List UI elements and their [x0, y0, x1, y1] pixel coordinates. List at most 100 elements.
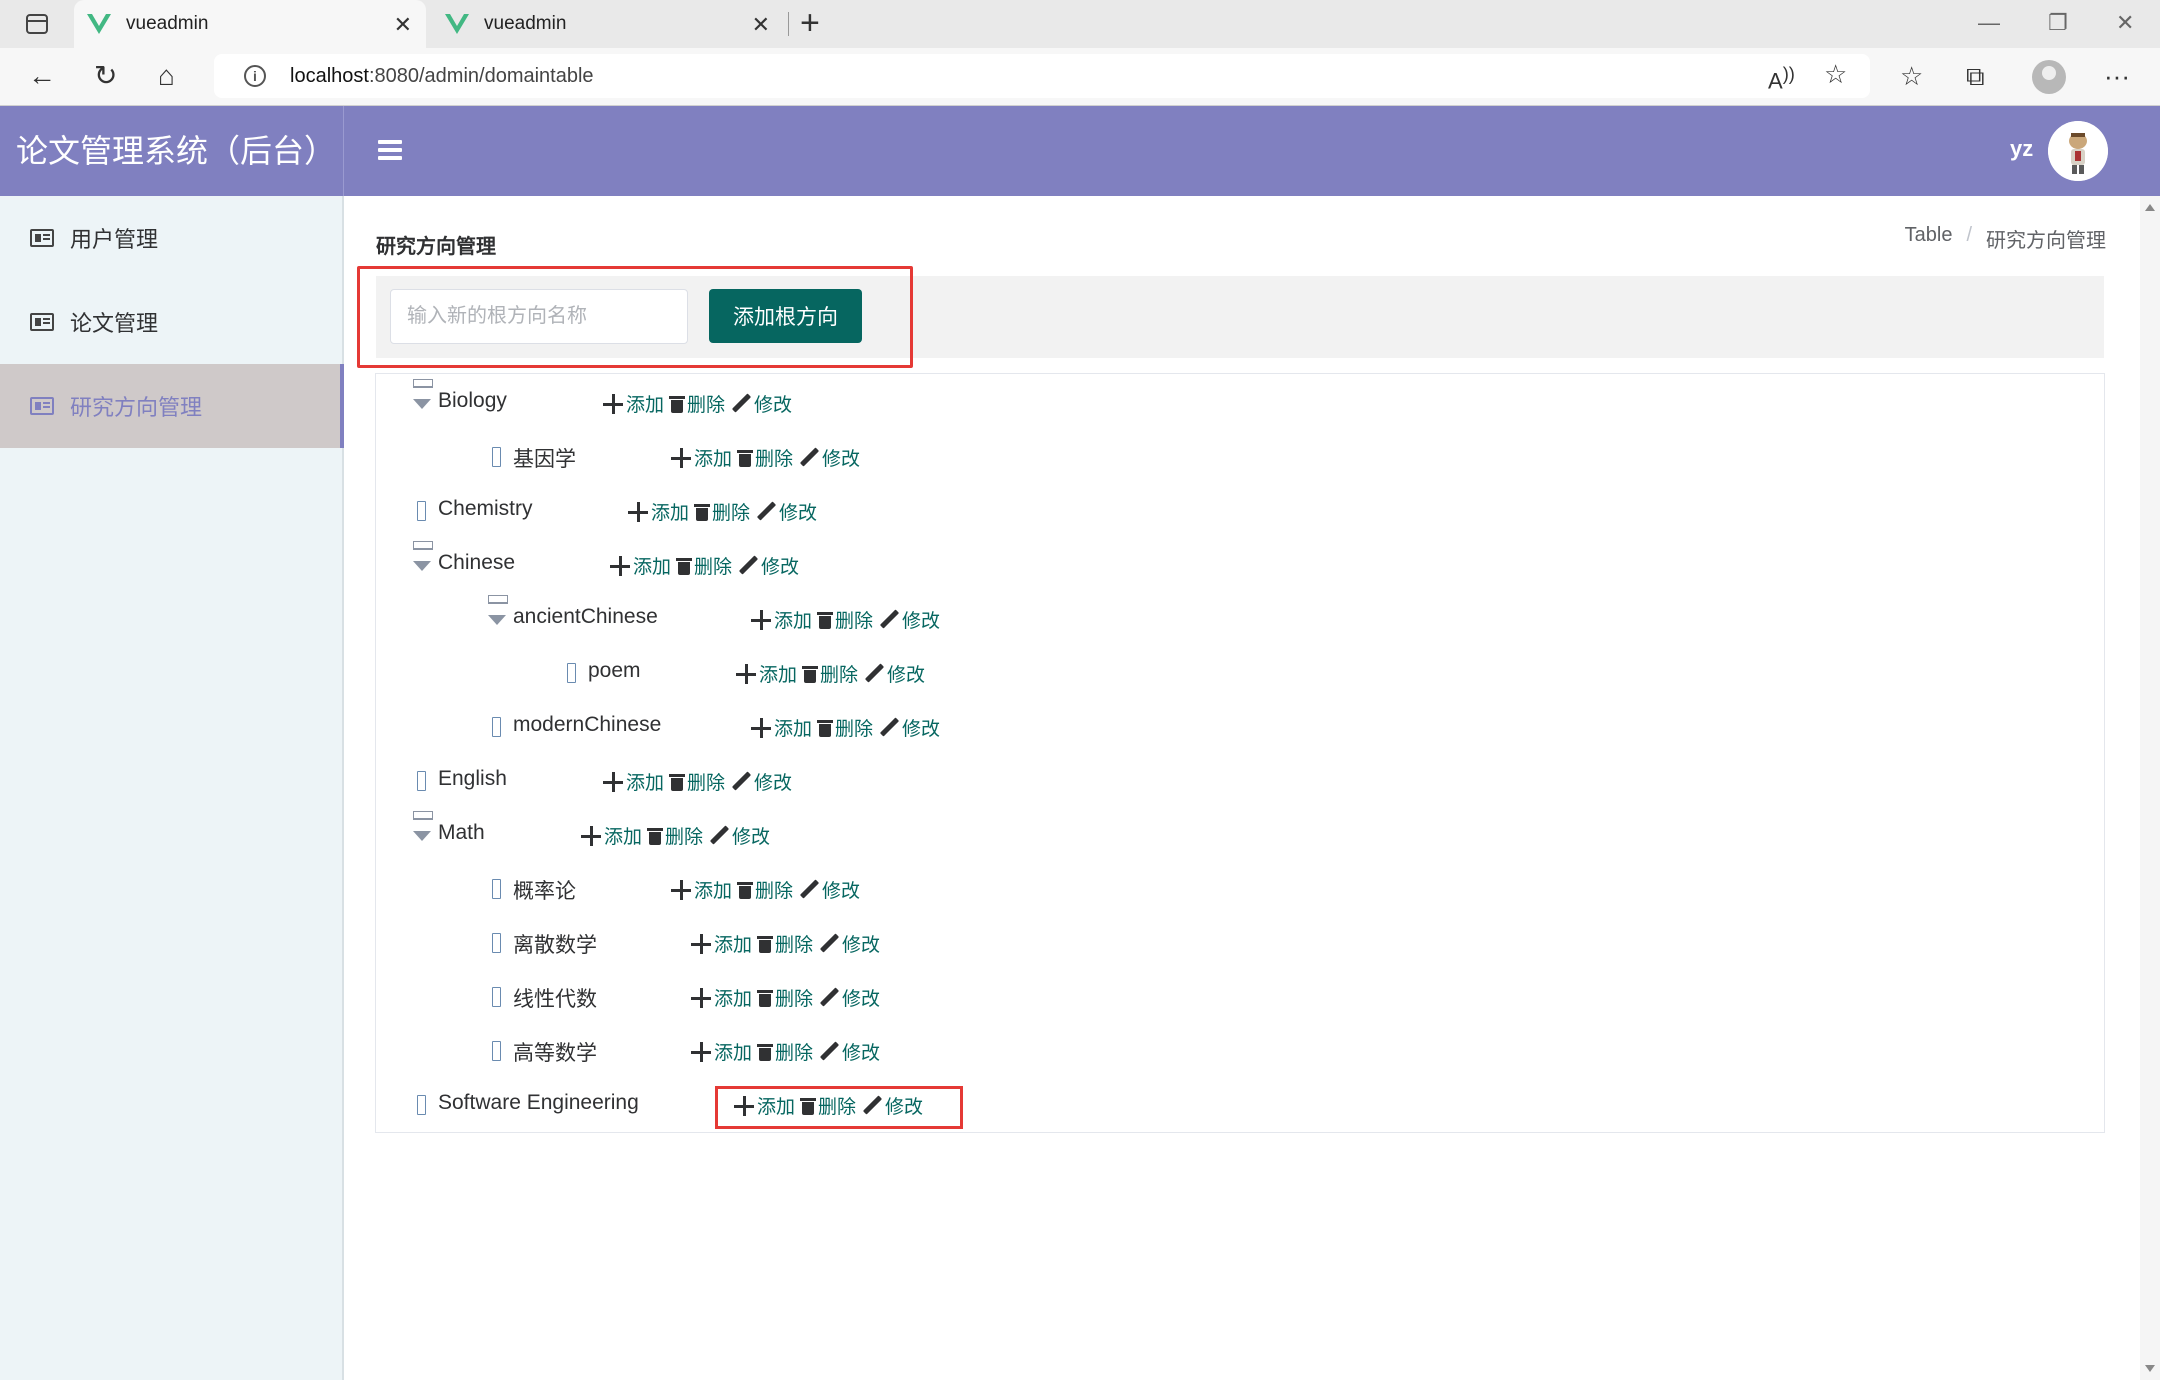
add-node-button[interactable]: 添加 [603, 390, 664, 417]
expand-toggle-icon[interactable] [413, 501, 429, 521]
refresh-icon[interactable]: ↻ [94, 60, 117, 92]
scroll-down-icon[interactable] [2145, 1365, 2155, 1372]
tree-node[interactable]: 离散数学 添加 删除 修改 [0, 925, 1700, 959]
collapse-caret-icon[interactable] [413, 541, 433, 573]
edit-node-button[interactable]: 修改 [819, 1038, 880, 1065]
user-avatar[interactable] [2048, 121, 2108, 181]
tree-node[interactable]: ancientChinese 添加 删除 修改 [0, 595, 1700, 635]
add-node-button[interactable]: 添加 [751, 714, 812, 741]
edit-node-button[interactable]: 修改 [864, 660, 925, 687]
edit-node-button[interactable]: 修改 [819, 930, 880, 957]
delete-node-button[interactable]: 删除 [669, 390, 725, 417]
tree-node[interactable]: Chemistry 添加 删除 修改 [0, 493, 1700, 527]
expand-toggle-icon[interactable] [413, 771, 429, 791]
site-info-icon[interactable]: i [244, 65, 266, 87]
breadcrumb-item[interactable]: Table [1905, 224, 1953, 253]
tree-node[interactable]: poem 添加 删除 修改 [0, 655, 1700, 689]
browser-tab[interactable]: vueadmin ✕ [432, 0, 784, 48]
minimize-button[interactable]: — [1978, 10, 2000, 36]
add-node-button[interactable]: 添加 [691, 1038, 752, 1065]
delete-node-button[interactable]: 删除 [737, 444, 793, 471]
expand-toggle-icon[interactable] [488, 933, 504, 953]
tab-actions-icon[interactable] [26, 14, 48, 34]
node-actions: 添加 删除 修改 [691, 930, 886, 957]
close-tab-icon[interactable]: ✕ [394, 12, 412, 38]
expand-toggle-icon[interactable] [488, 879, 504, 899]
edit-node-button[interactable]: 修改 [709, 822, 770, 849]
profile-avatar[interactable] [2032, 60, 2066, 94]
tree-node[interactable]: 概率论 添加 删除 修改 [0, 871, 1700, 905]
tree-node[interactable]: 基因学 添加 删除 修改 [0, 439, 1700, 473]
add-node-button[interactable]: 添加 [628, 498, 689, 525]
new-tab-button[interactable]: + [800, 6, 820, 40]
collections-icon[interactable]: ⧉ [1966, 62, 1985, 90]
read-aloud-icon[interactable]: A)) [1768, 60, 1795, 95]
tree-node[interactable]: modernChinese 添加 删除 修改 [0, 709, 1700, 743]
delete-node-button[interactable]: 删除 [676, 552, 732, 579]
user-name[interactable]: yz [2010, 136, 2033, 162]
add-node-button[interactable]: 添加 [736, 660, 797, 687]
browser-tab-bar: vueadmin ✕ vueadmin ✕ + — ❐ ✕ [0, 0, 2160, 48]
delete-node-button[interactable]: 删除 [647, 822, 703, 849]
add-node-button[interactable]: 添加 [581, 822, 642, 849]
sidebar-item-user-management[interactable]: 用户管理 [0, 196, 344, 280]
close-window-button[interactable]: ✕ [2116, 10, 2134, 36]
edit-node-button[interactable]: 修改 [799, 444, 860, 471]
scrollbar[interactable] [2140, 196, 2160, 1380]
delete-node-button[interactable]: 删除 [817, 714, 873, 741]
restore-button[interactable]: ❐ [2048, 10, 2068, 36]
expand-toggle-icon[interactable] [488, 987, 504, 1007]
delete-node-button[interactable]: 删除 [757, 1038, 813, 1065]
favorites-icon[interactable]: ☆ [1900, 62, 1923, 90]
delete-node-button[interactable]: 删除 [802, 660, 858, 687]
expand-toggle-icon[interactable] [488, 447, 504, 467]
more-menu-icon[interactable]: ··· [2104, 62, 2130, 90]
breadcrumb-item: 研究方向管理 [1986, 230, 2106, 252]
delete-node-button[interactable]: 删除 [669, 768, 725, 795]
edit-node-button[interactable]: 修改 [799, 876, 860, 903]
add-node-button[interactable]: 添加 [603, 768, 664, 795]
edit-node-button[interactable]: 修改 [731, 768, 792, 795]
tree-node[interactable]: 线性代数 添加 删除 修改 [0, 979, 1700, 1013]
edit-node-button[interactable]: 修改 [756, 498, 817, 525]
add-node-button[interactable]: 添加 [671, 444, 732, 471]
menu-toggle-icon[interactable] [378, 140, 402, 160]
collapse-caret-icon[interactable] [413, 811, 433, 843]
add-node-button[interactable]: 添加 [691, 930, 752, 957]
browser-tab-active[interactable]: vueadmin ✕ [74, 0, 426, 48]
add-node-button[interactable]: 添加 [610, 552, 671, 579]
tree-node[interactable]: Math 添加 删除 修改 [0, 811, 1700, 851]
expand-toggle-icon[interactable] [413, 1095, 429, 1115]
back-arrow-icon[interactable]: ← [28, 60, 56, 92]
delete-node-button[interactable]: 删除 [737, 876, 793, 903]
sidebar-item-paper-management[interactable]: 论文管理 [0, 280, 344, 364]
action-label: 修改 [754, 773, 793, 794]
tree-node[interactable]: Chinese 添加 删除 修改 [0, 541, 1700, 581]
collapse-caret-icon[interactable] [413, 379, 433, 411]
close-tab-icon[interactable]: ✕ [752, 12, 770, 38]
url-input[interactable]: i localhost:8080/admin/domaintable A)) ☆ [214, 54, 1870, 98]
scroll-up-icon[interactable] [2145, 204, 2155, 211]
edit-node-button[interactable]: 修改 [879, 714, 940, 741]
edit-node-button[interactable]: 修改 [738, 552, 799, 579]
add-favorite-icon[interactable]: ☆ [1824, 60, 1847, 88]
delete-node-button[interactable]: 删除 [817, 606, 873, 633]
delete-node-button[interactable]: 删除 [694, 498, 750, 525]
tree-node[interactable]: 高等数学 添加 删除 修改 [0, 1033, 1700, 1067]
pencil-icon [864, 664, 884, 684]
home-icon[interactable]: ⌂ [158, 60, 175, 92]
edit-node-button[interactable]: 修改 [879, 606, 940, 633]
add-node-button[interactable]: 添加 [691, 984, 752, 1011]
tree-node[interactable]: Biology 添加 删除 修改 [0, 379, 1700, 419]
delete-node-button[interactable]: 删除 [757, 930, 813, 957]
tree-node[interactable]: English 添加 删除 修改 [0, 763, 1700, 797]
edit-node-button[interactable]: 修改 [731, 390, 792, 417]
expand-toggle-icon[interactable] [488, 1041, 504, 1061]
edit-node-button[interactable]: 修改 [819, 984, 880, 1011]
expand-toggle-icon[interactable] [488, 717, 504, 737]
add-node-button[interactable]: 添加 [671, 876, 732, 903]
expand-toggle-icon[interactable] [563, 663, 579, 683]
add-node-button[interactable]: 添加 [751, 606, 812, 633]
delete-node-button[interactable]: 删除 [757, 984, 813, 1011]
collapse-caret-icon[interactable] [488, 595, 508, 627]
